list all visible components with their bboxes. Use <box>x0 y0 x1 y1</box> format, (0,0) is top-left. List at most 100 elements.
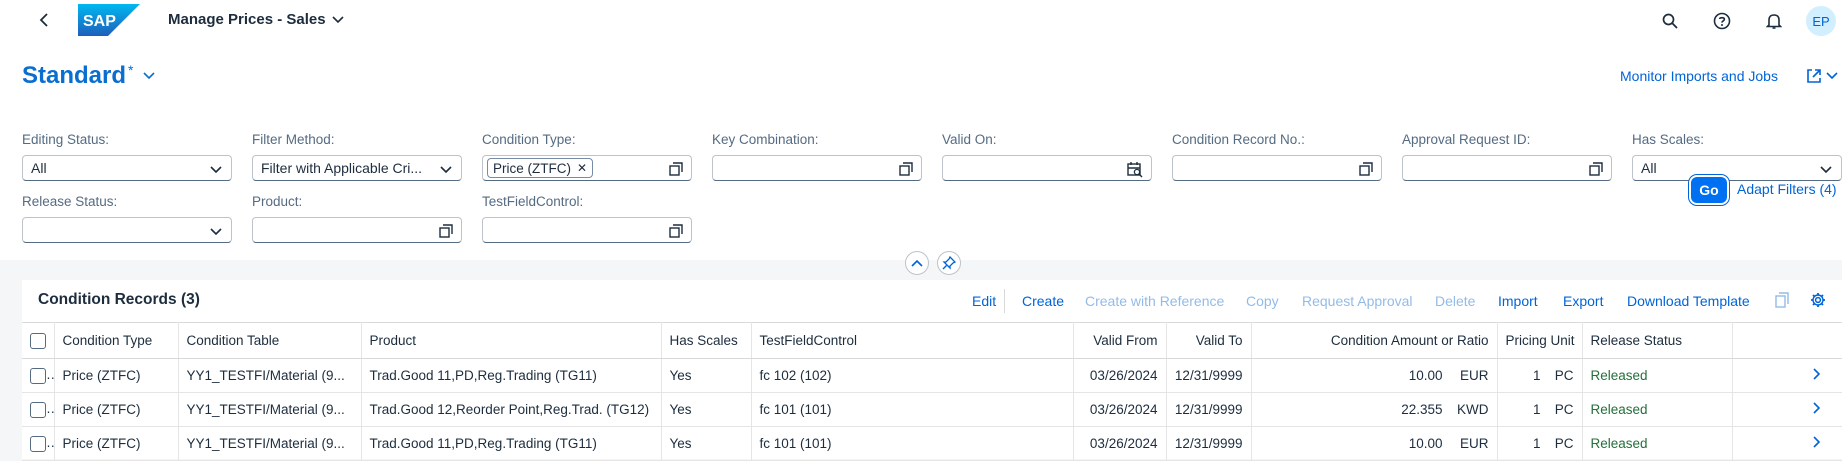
chevron-right-icon <box>1813 368 1821 380</box>
approval-request-id-input[interactable] <box>1402 155 1612 181</box>
user-menu[interactable]: EP <box>1800 0 1842 42</box>
condition-type-input[interactable]: Price (ZTFC) ✕ <box>482 155 692 181</box>
row-checkbox[interactable] <box>30 367 46 384</box>
filter-condition-record-no: Condition Record No.: <box>1172 132 1382 181</box>
notifications-button[interactable] <box>1748 0 1800 42</box>
cell-has-scales: Yes <box>661 358 752 393</box>
row-checkbox[interactable] <box>30 435 46 452</box>
adapt-filters-button[interactable]: Adapt Filters (4) <box>1737 181 1837 197</box>
valid-on-date-input[interactable] <box>942 155 1152 181</box>
request-approval-button[interactable]: Request Approval <box>1302 293 1413 309</box>
chevron-down-icon <box>440 166 452 174</box>
select-all-checkbox-cell[interactable] <box>22 322 55 359</box>
create-button[interactable]: Create <box>1022 293 1064 309</box>
gear-icon <box>1811 293 1825 307</box>
row-checkbox-cell[interactable] <box>22 392 55 427</box>
select-all-checkbox[interactable] <box>30 332 46 349</box>
col-condition-table[interactable]: Condition Table <box>178 322 362 359</box>
table-row[interactable]: Price (ZTFC) YY1_TESTFI/Material (9... T… <box>22 426 1842 461</box>
bell-icon <box>1766 14 1782 29</box>
filter-label: Valid On: <box>942 132 997 147</box>
has-scales-select[interactable]: All <box>1632 155 1842 181</box>
copy-rows-button[interactable] <box>1772 290 1792 310</box>
cell-product: Trad.Good 11,PD,Reg.Trading (TG11) <box>361 358 662 393</box>
testfieldcontrol-input[interactable] <box>482 217 692 243</box>
back-button[interactable] <box>34 10 54 30</box>
toolbar-separator <box>1004 289 1005 313</box>
col-valid-to[interactable]: Valid To <box>1166 322 1252 359</box>
cell-condition-table: YY1_TESTFI/Material (9... <box>178 358 362 393</box>
chevron-down-icon <box>143 72 156 80</box>
condition-record-no-input[interactable] <box>1172 155 1382 181</box>
editing-status-select[interactable]: All <box>22 155 232 181</box>
delete-button[interactable]: Delete <box>1435 293 1475 309</box>
col-navigation <box>1732 322 1842 359</box>
col-testfieldcontrol[interactable]: TestFieldControl <box>751 322 1074 359</box>
col-valid-from[interactable]: Valid From <box>1073 322 1167 359</box>
filter-label: Has Scales: <box>1632 132 1705 147</box>
condition-type-token[interactable]: Price (ZTFC) ✕ <box>487 158 594 178</box>
cell-condition-table: YY1_TESTFI/Material (9... <box>178 426 362 461</box>
search-button[interactable] <box>1644 0 1696 42</box>
release-status-select[interactable] <box>22 217 232 243</box>
table-row[interactable]: Price (ZTFC) YY1_TESTFI/Material (9... T… <box>22 392 1842 427</box>
row-checkbox[interactable] <box>30 401 46 418</box>
col-has-scales[interactable]: Has Scales <box>661 322 752 359</box>
col-product[interactable]: Product <box>361 322 662 359</box>
table-row[interactable]: Price (ZTFC) YY1_TESTFI/Material (9... T… <box>22 358 1842 393</box>
variant-modified-marker: * <box>128 62 134 78</box>
share-button[interactable] <box>1806 68 1838 84</box>
value-help-icon[interactable] <box>669 160 683 178</box>
cell-condition-amount: 10.00 EUR <box>1251 426 1498 461</box>
filter-valid-on: Valid On: <box>942 132 1152 181</box>
col-condition-type[interactable]: Condition Type <box>54 322 179 359</box>
cell-valid-to: 12/31/9999 <box>1166 392 1252 427</box>
import-button[interactable]: Import <box>1498 293 1538 309</box>
table-settings-button[interactable] <box>1808 290 1828 310</box>
export-button[interactable]: Export <box>1563 293 1603 309</box>
search-icon <box>1662 13 1678 29</box>
go-button[interactable]: Go <box>1691 177 1727 203</box>
copy-button[interactable]: Copy <box>1246 293 1279 309</box>
avatar: EP <box>1806 6 1836 36</box>
row-navigation[interactable] <box>1732 392 1842 427</box>
value-help-icon[interactable] <box>439 222 453 240</box>
col-release-status[interactable]: Release Status <box>1582 322 1733 359</box>
filter-key-combination: Key Combination: <box>712 132 922 181</box>
cell-testfieldcontrol: fc 102 (102) <box>751 358 1074 393</box>
shell-bar: SAP Manage Prices - Sales EP <box>0 0 1842 42</box>
app-title[interactable]: Manage Prices - Sales <box>168 11 344 28</box>
value-help-icon[interactable] <box>1359 160 1373 178</box>
edit-button[interactable]: Edit <box>972 293 996 309</box>
col-condition-amount[interactable]: Condition Amount or Ratio <box>1251 322 1498 359</box>
monitor-imports-link[interactable]: Monitor Imports and Jobs <box>1620 68 1778 84</box>
pin-header-button[interactable] <box>937 251 961 275</box>
condition-records-table: Condition Type Condition Table Product H… <box>22 322 1842 461</box>
cell-release-status: Released <box>1582 426 1733 461</box>
key-combination-input[interactable] <box>712 155 922 181</box>
row-checkbox-cell[interactable] <box>22 426 55 461</box>
help-button[interactable] <box>1696 0 1748 42</box>
pricing-unit-value: 1 <box>1532 436 1541 451</box>
variant-name: Standard <box>22 62 127 89</box>
product-input[interactable] <box>252 217 462 243</box>
row-navigation[interactable] <box>1732 358 1842 393</box>
close-icon[interactable]: ✕ <box>577 161 587 175</box>
col-pricing-unit[interactable]: Pricing Unit <box>1497 322 1583 359</box>
row-navigation[interactable] <box>1732 426 1842 461</box>
download-template-button[interactable]: Download Template <box>1627 293 1750 309</box>
row-checkbox-cell[interactable] <box>22 358 55 393</box>
cell-condition-type: Price (ZTFC) <box>54 392 179 427</box>
value-help-icon[interactable] <box>899 160 913 178</box>
filter-method-select[interactable]: Filter with Applicable Cri... <box>252 155 462 181</box>
collapse-header-button[interactable] <box>905 251 929 275</box>
cell-condition-amount: 22.355 KWD <box>1251 392 1498 427</box>
create-with-reference-button[interactable]: Create with Reference <box>1085 293 1224 309</box>
sap-logo[interactable]: SAP <box>78 4 140 36</box>
variant-selector[interactable]: Standard * <box>22 62 156 90</box>
calendar-icon[interactable] <box>1127 160 1143 178</box>
help-icon <box>1713 12 1731 30</box>
chevron-down-icon <box>210 166 222 174</box>
value-help-icon[interactable] <box>1589 160 1603 178</box>
value-help-icon[interactable] <box>669 222 683 240</box>
